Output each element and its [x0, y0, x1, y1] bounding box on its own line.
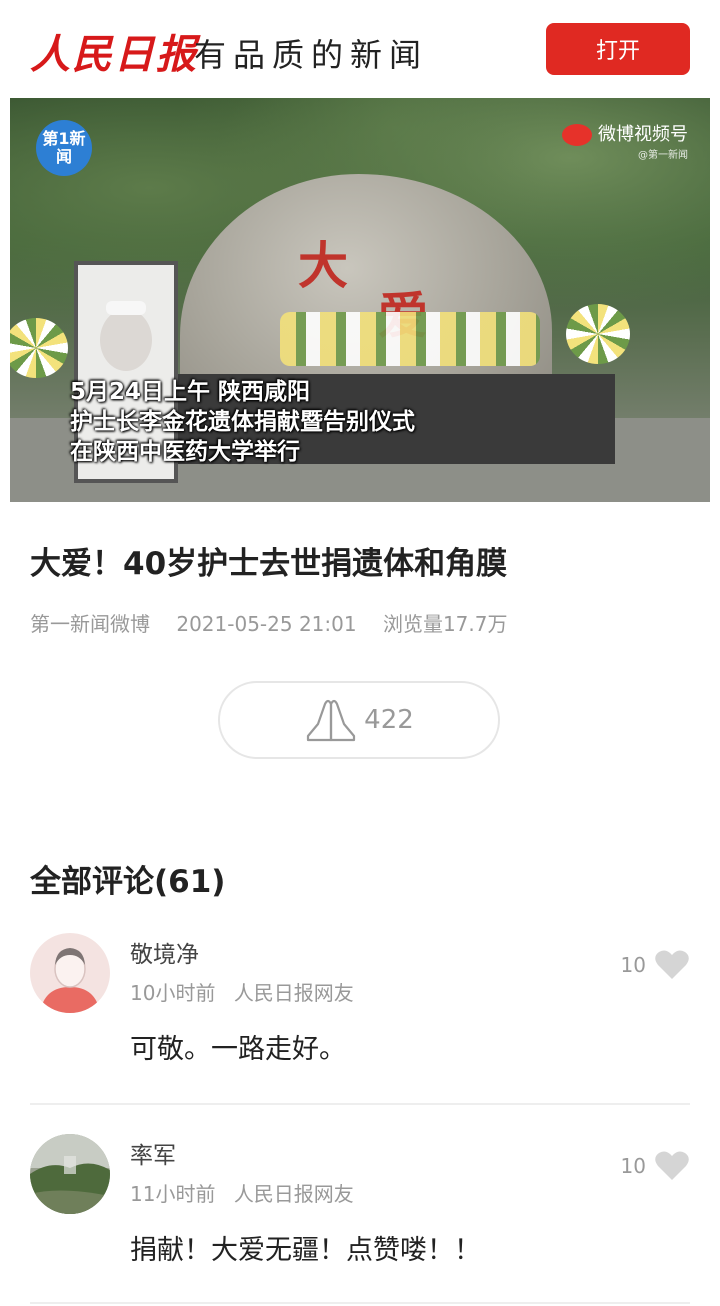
- open-app-button[interactable]: 打开: [546, 23, 690, 75]
- pray-count: 422: [364, 705, 414, 735]
- comment-role: 人民日报网友: [233, 981, 354, 1005]
- default-avatar-icon[interactable]: [30, 933, 110, 1013]
- like-button[interactable]: 10: [621, 949, 690, 981]
- comment-author[interactable]: 率军: [130, 1136, 176, 1170]
- app-header: 人民日报 有品质的新闻 打开: [0, 0, 720, 98]
- portrait-face: [100, 309, 152, 371]
- like-button[interactable]: 10: [621, 1150, 690, 1182]
- article-source[interactable]: 第一新闻微博: [30, 612, 150, 636]
- pray-button[interactable]: 422: [218, 681, 500, 759]
- weibo-watermark-text: 微博视频号: [598, 124, 688, 145]
- caption-line-3: 在陕西中医药大学举行: [70, 439, 300, 465]
- video-player[interactable]: 大 爱 第1新闻 微博视频号 @第一新闻 5月24日上午 陕西咸阳 护士长李金花…: [10, 98, 710, 502]
- caption-line-2: 护士长李金花遗体捐献暨告别仪式: [70, 409, 415, 435]
- article-datetime: 2021-05-25 21:01: [176, 612, 357, 636]
- weibo-watermark-sub: @第一新闻: [638, 150, 688, 161]
- flower-row: [280, 312, 540, 366]
- landscape-photo-avatar[interactable]: [30, 1134, 110, 1214]
- comment-item: 敬境净 10小时前 人民日报网友 可敬。一路走好。 10: [30, 933, 690, 1083]
- comments-heading: 全部评论(61): [30, 864, 226, 900]
- comment-role: 人民日报网友: [233, 1182, 354, 1206]
- channel-badge: 第1新闻: [36, 120, 92, 176]
- comment-text: 可敬。一路走好。: [130, 1034, 346, 1065]
- portrait-nurse-cap: [106, 301, 146, 315]
- video-caption: 5月24日上午 陕西咸阳 护士长李金花遗体捐献暨告别仪式 在陕西中医药大学举行: [70, 377, 415, 467]
- heart-icon: [655, 950, 689, 979]
- weibo-watermark: 微博视频号 @第一新闻: [562, 120, 688, 161]
- like-count: 10: [620, 953, 646, 977]
- wreath-right: [566, 304, 630, 364]
- comment-meta: 11小时前 人民日报网友: [130, 1178, 366, 1207]
- stone-char-1: 大: [298, 236, 348, 295]
- article-title: 大爱！40岁护士去世捐遗体和角膜: [30, 546, 508, 582]
- comment-item: 率军 11小时前 人民日报网友 捐献！大爱无疆！点赞喽！！ 10: [30, 1134, 690, 1284]
- article-meta: 第一新闻微博 2021-05-25 21:01 浏览量17.7万: [30, 608, 527, 637]
- like-count: 10: [620, 1154, 646, 1178]
- praying-hands-icon: [307, 699, 356, 742]
- caption-line-1: 5月24日上午 陕西咸阳: [70, 379, 311, 405]
- people-daily-logo[interactable]: 人民日报: [30, 22, 198, 80]
- comment-time: 10小时前: [130, 981, 216, 1005]
- comment-divider: [30, 1103, 690, 1105]
- article-views: 浏览量17.7万: [382, 612, 508, 636]
- weibo-logo-icon: [562, 124, 592, 146]
- header-slogan: 有品质的新闻: [194, 36, 429, 74]
- comment-author[interactable]: 敬境净: [130, 935, 199, 969]
- comment-divider: [30, 1302, 690, 1304]
- heart-icon: [655, 1151, 689, 1180]
- comment-time: 11小时前: [130, 1182, 216, 1206]
- comment-meta: 10小时前 人民日报网友: [130, 977, 366, 1006]
- comment-text: 捐献！大爱无疆！点赞喽！！: [130, 1235, 481, 1266]
